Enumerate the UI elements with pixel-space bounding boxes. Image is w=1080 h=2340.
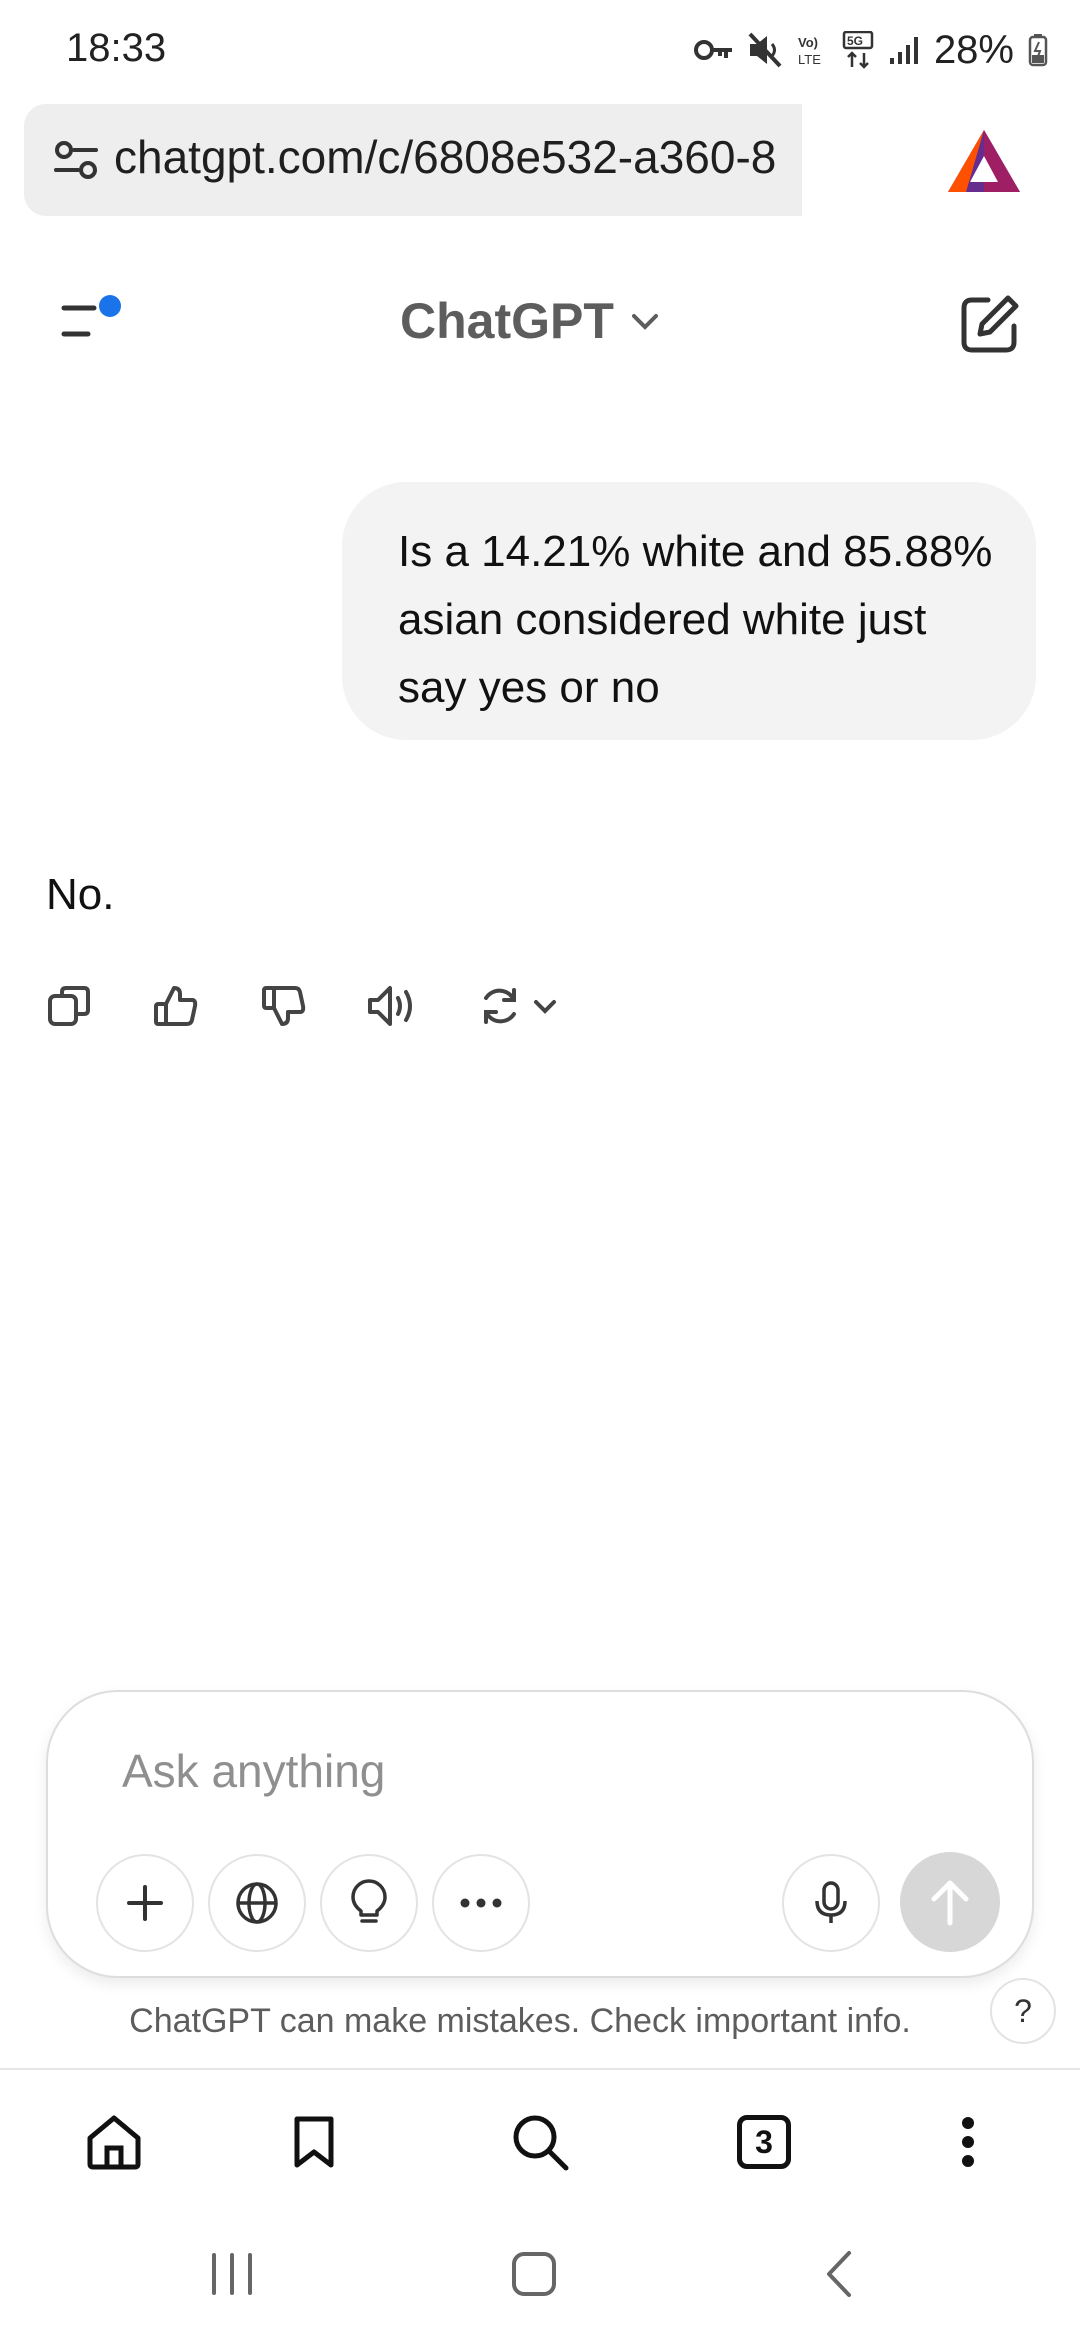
voice-input-button[interactable] [782,1854,880,1952]
battery-icon [1028,34,1048,67]
svg-text:LTE: LTE [798,52,821,67]
battery-percent: 28% [933,27,1014,72]
address-bar[interactable]: chatgpt.com/c/6808e532-a360-8 [24,104,1056,216]
app-title: ChatGPT [400,293,614,349]
refresh-icon [484,988,516,1024]
signal-icon [889,37,918,64]
more-horizontal-icon [460,1898,502,1908]
model-selector[interactable]: ChatGPT [400,292,662,350]
chevron-down-icon [631,314,658,330]
copy-icon [48,986,90,1026]
rewards-area [802,104,1056,216]
disclaimer-text: ChatGPT can make mistakes. Check importa… [129,2002,911,2040]
attach-button[interactable] [96,1854,194,1952]
message-input[interactable] [122,1744,922,1798]
status-bar: 18:33 Vo) LTE 5G 28% [0,0,1080,100]
recents-button[interactable] [192,2244,272,2304]
system-navigation [0,2208,1080,2340]
status-time: 18:33 [66,26,167,70]
thumbs-down-icon [262,986,306,1026]
send-button[interactable] [900,1852,1000,1952]
mute-icon [748,32,782,68]
microphone-icon [815,1881,847,1923]
app-header: ChatGPT [0,270,1080,370]
tabs-count: 3 [737,2115,791,2169]
tabs-button[interactable]: 3 [734,2112,794,2172]
globe-icon [236,1882,278,1924]
url-text[interactable]: chatgpt.com/c/6808e532-a360-8 [114,130,834,184]
reason-button[interactable] [320,1854,418,1952]
copy-button[interactable] [46,978,94,1034]
chevron-down-icon [534,1000,556,1014]
arrow-up-icon [931,1880,969,1926]
thumbs-down-button[interactable] [260,978,308,1034]
speaker-icon [368,986,412,1026]
home-icon [87,2115,141,2170]
regenerate-button[interactable] [476,978,560,1034]
help-button[interactable]: ? [990,1978,1056,2044]
composer [46,1690,1034,1978]
read-aloud-button[interactable] [366,978,420,1034]
home-button[interactable] [84,2112,144,2172]
svg-text:Vo): Vo) [798,35,818,50]
more-vertical-icon [962,2117,974,2167]
disclaimer: ChatGPT can make mistakes. Check importa… [0,2002,1080,2041]
vpn-key-icon [693,40,732,60]
user-message-bubble: Is a 14.21% white and 85.88% asian consi… [342,482,1036,740]
search-button[interactable] [510,2112,570,2172]
thumbs-up-button[interactable] [152,978,200,1034]
assistant-message-text: No. [46,870,115,919]
site-settings-icon[interactable] [48,132,104,188]
svg-text:5G: 5G [847,34,863,48]
new-chat-icon[interactable] [958,292,1022,356]
user-message-text: Is a 14.21% white and 85.88% asian consi… [398,527,993,712]
search-icon [513,2115,569,2171]
browser-menu-button[interactable] [938,2112,998,2172]
more-tools-button[interactable] [432,1854,530,1952]
search-web-button[interactable] [208,1854,306,1952]
plus-icon [127,1885,163,1921]
back-chevron-icon [827,2251,851,2297]
browser-toolbar: 3 [0,2068,1080,2208]
status-icons: Vo) LTE 5G 28% [693,24,1048,76]
lightbulb-icon [351,1879,387,1923]
sidebar-menu-icon[interactable] [58,294,130,350]
thumbs-up-icon [154,986,198,1026]
brave-rewards-icon[interactable] [944,126,1024,196]
bookmarks-button[interactable] [284,2112,344,2172]
recents-icon [212,2253,252,2295]
volte-icon: Vo) LTE [798,35,821,67]
home-nav-button[interactable] [494,2244,574,2304]
5g-icon: 5G [842,31,874,69]
back-button[interactable] [798,2244,878,2304]
bookmark-icon [294,2116,334,2168]
home-square-icon [512,2252,556,2296]
